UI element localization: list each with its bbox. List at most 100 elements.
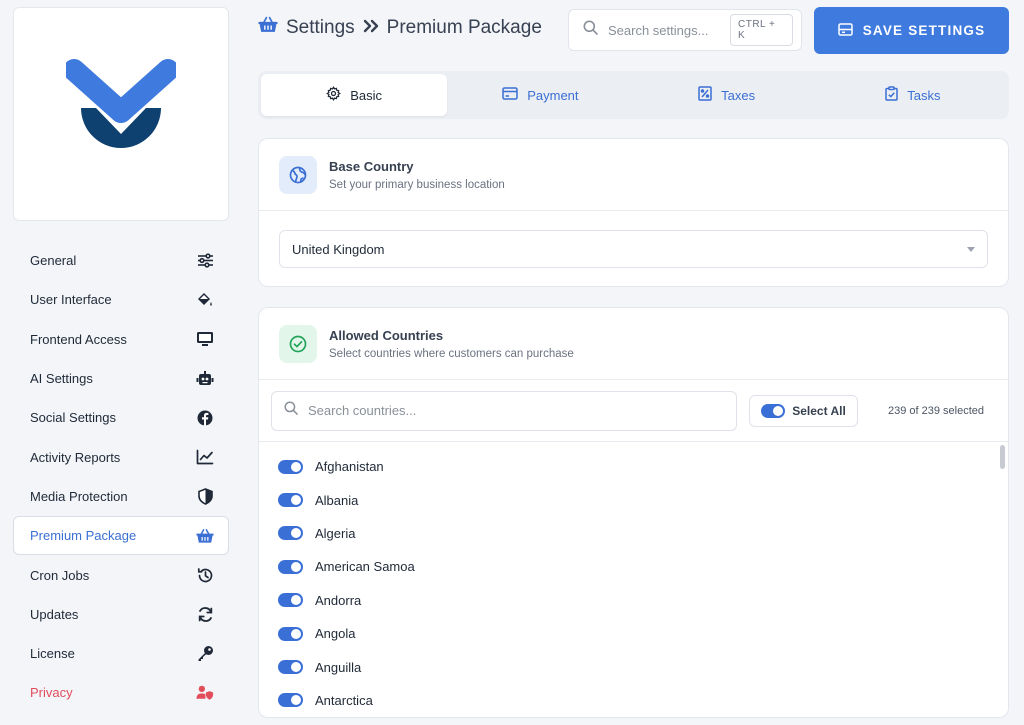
country-toggle[interactable]	[278, 660, 303, 675]
list-item[interactable]: Antarctica	[259, 684, 1008, 716]
sidebar-item-label: License	[30, 646, 75, 662]
country-toggle[interactable]	[278, 693, 303, 708]
shield-icon	[196, 487, 214, 505]
sidebar-item-label: Cron Jobs	[30, 567, 90, 583]
user-shield-icon	[196, 684, 214, 702]
monitor-icon	[196, 330, 214, 348]
sidebar-item-ai-settings[interactable]: AI Settings	[13, 359, 229, 398]
country-list[interactable]: Afghanistan Albania Algeria American Sam…	[259, 442, 1008, 716]
sidebar-item-media-protection[interactable]: Media Protection	[13, 477, 229, 516]
tab-label: Basic	[350, 87, 383, 103]
gear-icon	[326, 86, 342, 104]
sidebar-item-updates[interactable]: Updates	[13, 595, 229, 634]
section-title: Allowed Countries	[329, 327, 444, 343]
list-item[interactable]: Andorra	[259, 584, 1008, 617]
section-subtitle: Select countries where customers can pur…	[329, 347, 574, 360]
credit-card-icon	[502, 87, 518, 103]
sidebar-item-label: Frontend Access	[30, 331, 127, 347]
sidebar-item-label: Updates	[30, 606, 79, 622]
sidebar-item-user-interface[interactable]: User Interface	[13, 280, 229, 319]
page-title: Settings Premium Package	[258, 16, 542, 39]
section-title: Base Country	[329, 158, 414, 174]
sidebar-item-label: User Interface	[30, 292, 112, 308]
save-settings-button[interactable]: SAVE SETTINGS	[814, 7, 1009, 54]
tab-label: Taxes	[721, 87, 756, 103]
list-item[interactable]: Albania	[259, 483, 1008, 516]
scrollbar-thumb[interactable]	[1000, 445, 1005, 469]
page-header: Settings Premium Package CTRL + K SAVE S…	[258, 0, 1010, 60]
sidebar-item-label: Activity Reports	[30, 449, 121, 465]
sidebar-item-privacy[interactable]: Privacy	[13, 673, 229, 712]
tab-basic[interactable]: Basic	[261, 74, 448, 116]
facebook-icon	[196, 409, 214, 427]
sidebar-item-label: Social Settings	[30, 410, 116, 426]
sidebar-item-activity-reports[interactable]: Activity Reports	[13, 437, 229, 476]
country-name: Afghanistan	[315, 459, 384, 475]
search-icon	[284, 401, 298, 420]
country-toggle[interactable]	[278, 526, 303, 541]
breadcrumb-current: Premium Package	[386, 16, 542, 38]
select-all-label: Select All	[792, 403, 846, 418]
sidebar-item-social-settings[interactable]: Social Settings	[13, 398, 229, 437]
sidebar-item-label: Media Protection	[30, 488, 128, 504]
list-item[interactable]: Anguilla	[259, 650, 1008, 683]
tab-label: Payment	[527, 87, 579, 103]
sidebar-item-frontend-access[interactable]: Frontend Access	[13, 320, 229, 359]
list-item[interactable]: Algeria	[259, 517, 1008, 550]
sidebar: General User Interface Frontend Access A…	[13, 7, 229, 725]
breadcrumb-root: Settings	[286, 16, 355, 38]
country-toggle[interactable]	[278, 593, 303, 608]
list-item[interactable]: Afghanistan	[259, 450, 1008, 483]
sidebar-item-label: Privacy	[30, 685, 73, 701]
keyboard-shortcut-badge: CTRL + K	[730, 14, 793, 46]
base-country-value: United Kingdom	[292, 241, 385, 257]
sidebar-item-premium-package[interactable]: Premium Package	[13, 516, 229, 556]
chevron-down-icon	[967, 246, 975, 252]
basket-icon	[196, 527, 214, 545]
robot-icon	[196, 370, 214, 388]
settings-search-input[interactable]	[608, 22, 720, 38]
country-toggle[interactable]	[278, 559, 303, 574]
selected-count: 239 of 239 selected	[887, 404, 984, 417]
clipboard-check-icon	[885, 86, 898, 104]
country-name: Andorra	[315, 592, 362, 608]
select-all-toggle[interactable]: Select All	[749, 394, 858, 427]
country-toggle[interactable]	[278, 459, 303, 474]
logo-card	[13, 7, 229, 221]
sidebar-item-label: AI Settings	[30, 371, 93, 387]
sidebar-item-general[interactable]: General	[13, 241, 229, 280]
country-name: American Samoa	[315, 559, 415, 575]
country-search-input[interactable]	[308, 403, 708, 418]
settings-search[interactable]: CTRL + K	[568, 9, 802, 51]
country-toggle[interactable]	[278, 493, 303, 508]
country-name: Anguilla	[315, 659, 362, 675]
basket-icon	[258, 16, 278, 39]
base-country-header: Base Country Set your primary business l…	[259, 139, 1008, 211]
check-circle-icon	[279, 324, 317, 363]
country-toggle[interactable]	[278, 626, 303, 641]
country-name: Antarctica	[315, 692, 373, 708]
tab-tasks[interactable]: Tasks	[820, 74, 1006, 116]
country-name: Algeria	[315, 525, 356, 541]
tab-taxes[interactable]: Taxes	[634, 74, 820, 116]
country-filter-row: Select All 239 of 239 selected	[259, 380, 1008, 442]
list-item[interactable]: Angola	[259, 617, 1008, 650]
country-name: Albania	[315, 492, 359, 508]
history-icon	[196, 566, 214, 584]
allowed-countries-card: Allowed Countries Select countries where…	[258, 307, 1009, 718]
country-search[interactable]	[271, 390, 737, 431]
key-icon	[196, 645, 214, 663]
toggle-switch[interactable]	[761, 403, 786, 418]
sidebar-item-cron-jobs[interactable]: Cron Jobs	[13, 555, 229, 594]
list-item[interactable]: American Samoa	[259, 550, 1008, 583]
sidebar-item-license[interactable]: License	[13, 634, 229, 673]
brand-logo	[66, 59, 176, 148]
sidebar-item-label: Premium Package	[30, 528, 137, 544]
save-settings-label: SAVE SETTINGS	[862, 23, 986, 38]
allowed-countries-header: Allowed Countries Select countries where…	[259, 308, 1008, 380]
refresh-icon	[196, 605, 214, 623]
line-chart-icon	[196, 448, 214, 466]
base-country-select[interactable]: United Kingdom	[279, 230, 988, 268]
paint-bucket-icon	[196, 291, 214, 309]
tab-payment[interactable]: Payment	[447, 74, 633, 116]
